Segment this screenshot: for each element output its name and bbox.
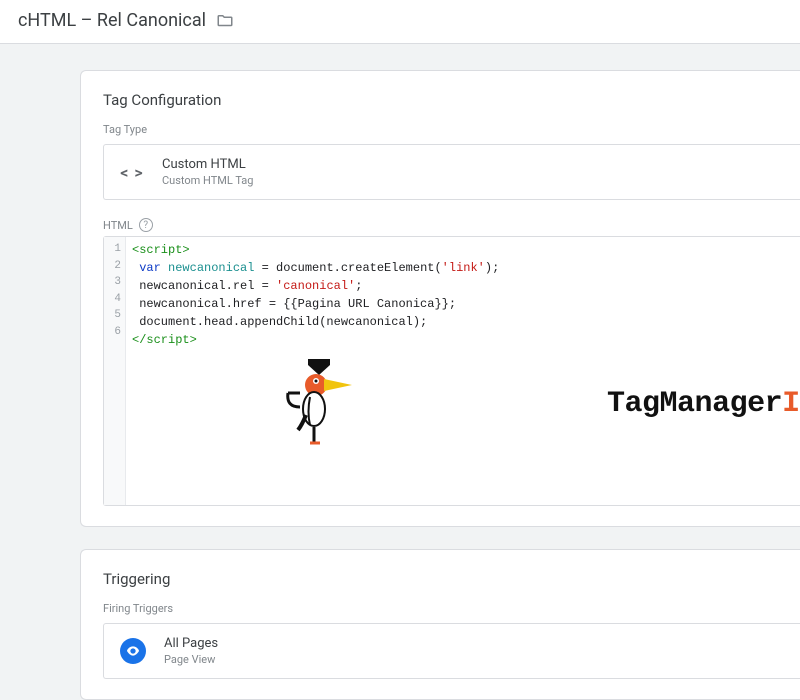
line-number: 3	[104, 274, 121, 291]
trigger-type: Page View	[164, 653, 218, 666]
page-title: cHTML – Rel Canonical	[18, 10, 206, 31]
trigger-row[interactable]: All Pages Page View	[103, 623, 800, 679]
tag-type-sub: Custom HTML Tag	[162, 174, 253, 187]
line-number: 5	[104, 307, 121, 324]
line-number: 2	[104, 258, 121, 275]
content-area: Tag Configuration Tag Type < > Custom HT…	[0, 44, 800, 700]
tag-configuration-card[interactable]: Tag Configuration Tag Type < > Custom HT…	[80, 70, 800, 527]
line-gutter: 1 2 3 4 5 6	[104, 237, 126, 505]
line-number: 6	[104, 324, 121, 341]
help-icon[interactable]: ?	[139, 218, 153, 232]
watermark-text-a: TagManager	[607, 387, 782, 421]
line-number: 1	[104, 241, 121, 258]
html-label: HTML	[103, 219, 133, 232]
folder-icon[interactable]	[216, 12, 234, 30]
tag-type-label: Tag Type	[103, 123, 800, 136]
line-number: 4	[104, 291, 121, 308]
triggering-card[interactable]: Triggering Firing Triggers All Pages Pag…	[80, 549, 800, 700]
topbar: cHTML – Rel Canonical	[0, 0, 800, 44]
woodpecker-icon	[286, 357, 356, 452]
code-icon: < >	[120, 160, 144, 184]
card-title: Triggering	[103, 570, 800, 588]
firing-triggers-label: Firing Triggers	[103, 602, 800, 615]
card-title: Tag Configuration	[103, 91, 800, 109]
trigger-name: All Pages	[164, 636, 218, 651]
watermark-logo: TagManagerItalia	[286, 337, 800, 472]
watermark-text-b: Italia	[782, 387, 800, 421]
tag-type-selector[interactable]: < > Custom HTML Custom HTML Tag	[103, 144, 800, 200]
pageview-icon	[120, 638, 146, 664]
code-area[interactable]: <script> var newcanonical = document.cre…	[126, 237, 800, 505]
tag-type-name: Custom HTML	[162, 157, 253, 172]
html-editor[interactable]: 1 2 3 4 5 6 <script> var newcanonical = …	[103, 236, 800, 506]
